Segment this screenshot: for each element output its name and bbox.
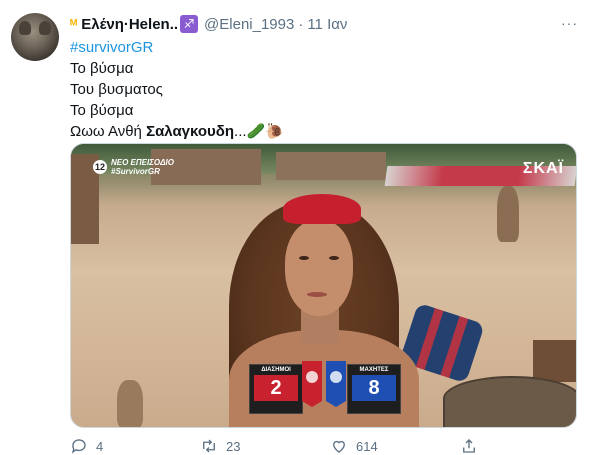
tweet-actions: 4 23 614 (70, 438, 594, 454)
like-button[interactable]: 614 (330, 437, 460, 455)
like-count: 614 (356, 438, 378, 454)
retweet-button[interactable]: 23 (200, 437, 330, 455)
display-name[interactable]: Ελένη·Helen.. (81, 16, 178, 33)
retweet-icon (203, 439, 215, 453)
tweet-image[interactable]: 12 ΝΕΟ ΕΠΕΙΣΟΔΙΟ #SurvivorGR ΣΚΑΪ ΔΙΑΣΗΜ… (70, 143, 577, 428)
right-team-panel: ΜΑΧΗΤΕΣ 8 (347, 364, 401, 414)
blue-team-flag-icon (326, 361, 346, 407)
retweet-count: 23 (226, 438, 241, 454)
reply-button[interactable]: 4 (70, 437, 200, 455)
hashtag-link[interactable]: #survivorGR (70, 39, 153, 56)
separator: · (298, 15, 304, 33)
share-icon (463, 439, 475, 453)
tweet-header: ᴹ Ελένη·Helen.. ♐ @Eleni_1993 · 11 Ιαν (70, 13, 582, 35)
like-icon (333, 440, 345, 453)
left-team-panel: ΔΙΑΣΗΜΟΙ 2 (249, 364, 303, 414)
reply-count: 4 (96, 438, 104, 454)
crown-icon: ᴹ (70, 16, 78, 32)
sagittarius-icon: ♐ (180, 15, 199, 33)
text-line-3: Το βύσμα (70, 102, 134, 119)
text-line-4: Ωωω Ανθή Σαλαγκουδη...🥒🐌 (70, 123, 284, 140)
left-team-score: 2 (254, 375, 298, 401)
user-handle[interactable]: @Eleni_1993 (204, 16, 294, 33)
tweet-date[interactable]: 11 Ιαν (307, 16, 347, 33)
tweet-text: #survivorGR Το βύσμα Του βυσματος Το βύσ… (70, 37, 284, 142)
tweet[interactable]: ᴹ Ελένη·Helen.. ♐ @Eleni_1993 · 11 Ιαν ·… (0, 0, 594, 454)
reply-icon (71, 439, 86, 454)
scoreboard: ΔΙΑΣΗΜΟΙ 2 ΜΑΧΗΤΕΣ 8 (249, 361, 401, 418)
red-team-flag-icon (302, 361, 322, 407)
right-team-label: ΜΑΧΗΤΕΣ (359, 367, 389, 373)
share-button[interactable] (460, 437, 486, 455)
text-line-1: Το βύσμα (70, 60, 134, 77)
broadcaster-logo: ΣΚΑΪ (522, 160, 564, 177)
left-team-label: ΔΙΑΣΗΜΟΙ (261, 367, 291, 373)
right-team-score: 8 (352, 375, 396, 401)
episode-overlay: ΝΕΟ ΕΠΕΙΣΟΔΙΟ #SurvivorGR (111, 158, 174, 176)
text-line-2: Του βυσματος (70, 81, 163, 98)
avatar[interactable] (11, 13, 59, 61)
channel-logo: 12 (93, 160, 107, 174)
more-icon[interactable]: ··· (561, 15, 578, 31)
